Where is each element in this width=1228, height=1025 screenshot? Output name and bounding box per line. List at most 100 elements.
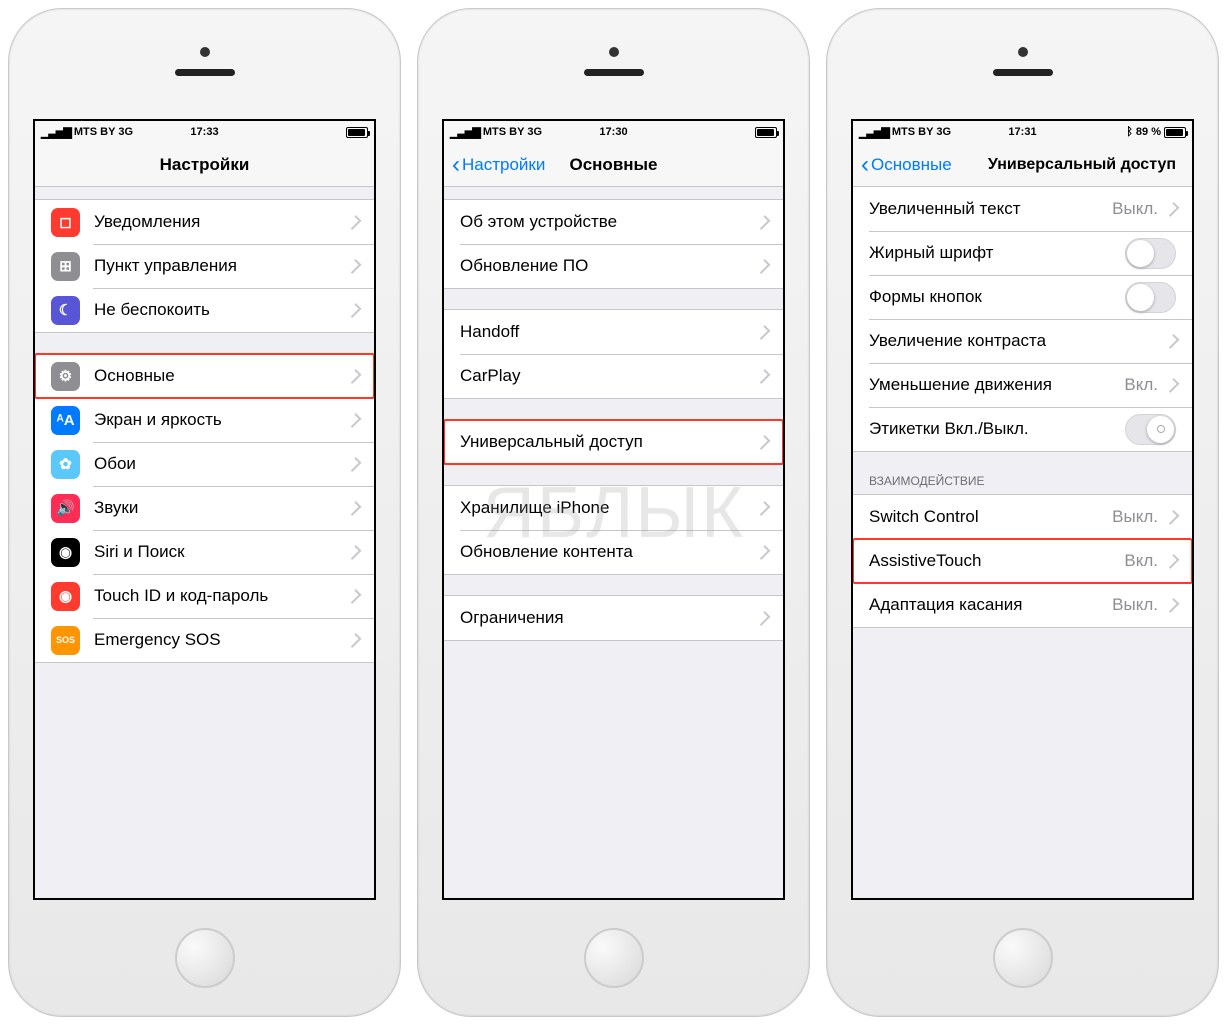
settings-row[interactable]: ⚙ Основные bbox=[35, 354, 374, 398]
row-value: Выкл. bbox=[1112, 595, 1158, 615]
signal-icon: ▁▃▅▇ bbox=[450, 126, 480, 139]
nav-bar: ‹ Основные Универсальный доступ bbox=[853, 143, 1192, 187]
back-button[interactable]: ‹ Основные bbox=[861, 153, 952, 177]
settings-row[interactable]: Handoff bbox=[444, 310, 783, 354]
row-label: Обои bbox=[94, 454, 346, 474]
chevron-right-icon bbox=[756, 369, 771, 384]
carrier-label: MTS BY bbox=[74, 126, 116, 138]
clock: 17:31 bbox=[1008, 126, 1036, 138]
settings-row[interactable]: Этикетки Вкл./Выкл. bbox=[853, 407, 1192, 451]
settings-row[interactable]: Адаптация касанияВыкл. bbox=[853, 583, 1192, 627]
settings-row[interactable]: Обновление ПО bbox=[444, 244, 783, 288]
content[interactable]: ◻Уведомления ⊞ Пункт управления ☾Не беспоко… bbox=[35, 187, 374, 898]
back-label: Основные bbox=[871, 155, 952, 175]
bluetooth-icon: ᛒ bbox=[1126, 126, 1133, 138]
row-value: Вкл. bbox=[1124, 551, 1158, 571]
phone-frame: ▁▃▅▇ MTS BY 3G 17:33 Настройки ◻Уведомле… bbox=[8, 8, 401, 1017]
content[interactable]: Увеличенный текстВыкл.Жирный шрифтФормы … bbox=[853, 187, 1192, 898]
settings-row[interactable]: CarPlay bbox=[444, 354, 783, 398]
row-value: Выкл. bbox=[1112, 507, 1158, 527]
settings-row[interactable]: Увеличенный текстВыкл. bbox=[853, 187, 1192, 231]
phone-general: ▁▃▅▇ MTS BY 3G 17:30 ‹ Настройки Основны… bbox=[409, 0, 818, 1025]
phone-frame: ▁▃▅▇ MTS BY 3G 17:30 ‹ Настройки Основны… bbox=[417, 8, 810, 1017]
row-label: Пункт управления bbox=[94, 256, 346, 276]
carrier-label: MTS BY bbox=[483, 126, 525, 138]
clock: 17:30 bbox=[599, 126, 627, 138]
chevron-right-icon bbox=[1165, 554, 1180, 569]
toggle-switch[interactable] bbox=[1125, 414, 1176, 445]
settings-row[interactable]: ✿Обои bbox=[35, 442, 374, 486]
row-label: Основные bbox=[94, 366, 346, 386]
chevron-right-icon bbox=[756, 325, 771, 340]
settings-row[interactable]: ◻Уведомления bbox=[35, 200, 374, 244]
settings-row[interactable]: Уменьшение движенияВкл. bbox=[853, 363, 1192, 407]
row-label: Switch Control bbox=[869, 507, 1112, 527]
network-label: 3G bbox=[118, 126, 133, 138]
settings-row[interactable]: Обновление контента bbox=[444, 530, 783, 574]
chevron-right-icon bbox=[347, 457, 362, 472]
chevron-right-icon bbox=[347, 215, 362, 230]
row-label: Увеличение контраста bbox=[869, 331, 1164, 351]
chevron-right-icon bbox=[347, 303, 362, 318]
row-label: Этикетки Вкл./Выкл. bbox=[869, 419, 1125, 439]
chevron-right-icon bbox=[347, 545, 362, 560]
chevron-right-icon bbox=[1165, 598, 1180, 613]
row-label: Siri и Поиск bbox=[94, 542, 346, 562]
chevron-right-icon bbox=[1165, 378, 1180, 393]
settings-row[interactable]: ᴬAЭкран и яркость bbox=[35, 398, 374, 442]
settings-row[interactable]: ☾Не беспокоить bbox=[35, 288, 374, 332]
settings-row[interactable]: Жирный шрифт bbox=[853, 231, 1192, 275]
home-button[interactable] bbox=[993, 928, 1053, 988]
sounds-icon: 🔊 bbox=[51, 494, 80, 523]
phone-accessibility: ▁▃▅▇ MTS BY 3G 17:31 ᛒ 89 % ‹ Основные У… bbox=[818, 0, 1227, 1025]
settings-row[interactable]: SOSEmergency SOS bbox=[35, 618, 374, 662]
toggle-switch[interactable] bbox=[1125, 238, 1176, 269]
home-button[interactable] bbox=[584, 928, 644, 988]
page-title: Универсальный доступ bbox=[988, 156, 1176, 174]
toggle-switch[interactable] bbox=[1125, 282, 1176, 313]
control-center-icon: ⊞ bbox=[51, 252, 80, 281]
settings-row[interactable]: Увеличение контраста bbox=[853, 319, 1192, 363]
general-icon: ⚙ bbox=[51, 362, 80, 391]
chevron-right-icon bbox=[1165, 510, 1180, 525]
clock: 17:33 bbox=[190, 126, 218, 138]
settings-row[interactable]: Универсальный доступ bbox=[444, 420, 783, 464]
nav-bar: Настройки bbox=[35, 143, 374, 187]
settings-row[interactable]: ◉Touch ID и код-пароль bbox=[35, 574, 374, 618]
row-label: Не беспокоить bbox=[94, 300, 346, 320]
battery-icon bbox=[1164, 127, 1186, 138]
carrier-label: MTS BY bbox=[892, 126, 934, 138]
settings-row[interactable]: Формы кнопок bbox=[853, 275, 1192, 319]
phone-frame: ▁▃▅▇ MTS BY 3G 17:31 ᛒ 89 % ‹ Основные У… bbox=[826, 8, 1219, 1017]
settings-row[interactable]: Хранилище iPhone bbox=[444, 486, 783, 530]
signal-icon: ▁▃▅▇ bbox=[41, 126, 71, 139]
nav-bar: ‹ Настройки Основные bbox=[444, 143, 783, 187]
sos-icon: SOS bbox=[51, 626, 80, 655]
row-label: Обновление контента bbox=[460, 542, 755, 562]
content[interactable]: Об этом устройствеОбновление ПО HandoffC… bbox=[444, 187, 783, 898]
network-label: 3G bbox=[527, 126, 542, 138]
status-bar: ▁▃▅▇ MTS BY 3G 17:31 ᛒ 89 % bbox=[853, 121, 1192, 143]
chevron-right-icon bbox=[756, 611, 771, 626]
settings-row[interactable]: AssistiveTouchВкл. bbox=[853, 539, 1192, 583]
settings-row[interactable]: ◉Siri и Поиск bbox=[35, 530, 374, 574]
settings-row[interactable]: Об этом устройстве bbox=[444, 200, 783, 244]
settings-row[interactable]: Ограничения bbox=[444, 596, 783, 640]
back-button[interactable]: ‹ Настройки bbox=[452, 153, 545, 177]
home-button[interactable] bbox=[175, 928, 235, 988]
chevron-right-icon bbox=[347, 369, 362, 384]
camera-icon bbox=[200, 47, 210, 57]
settings-row[interactable]: ⊞ Пункт управления bbox=[35, 244, 374, 288]
chevron-right-icon bbox=[347, 259, 362, 274]
speaker-icon bbox=[584, 69, 644, 76]
chevron-right-icon bbox=[347, 501, 362, 516]
phone-settings: ▁▃▅▇ MTS BY 3G 17:33 Настройки ◻Уведомле… bbox=[0, 0, 409, 1025]
row-label: Ограничения bbox=[460, 608, 755, 628]
settings-row[interactable]: Switch ControlВыкл. bbox=[853, 495, 1192, 539]
display-icon: ᴬA bbox=[51, 406, 80, 435]
settings-row[interactable]: 🔊Звуки bbox=[35, 486, 374, 530]
chevron-right-icon bbox=[756, 259, 771, 274]
row-label: Уменьшение движения bbox=[869, 375, 1124, 395]
chevron-right-icon bbox=[756, 501, 771, 516]
camera-icon bbox=[609, 47, 619, 57]
